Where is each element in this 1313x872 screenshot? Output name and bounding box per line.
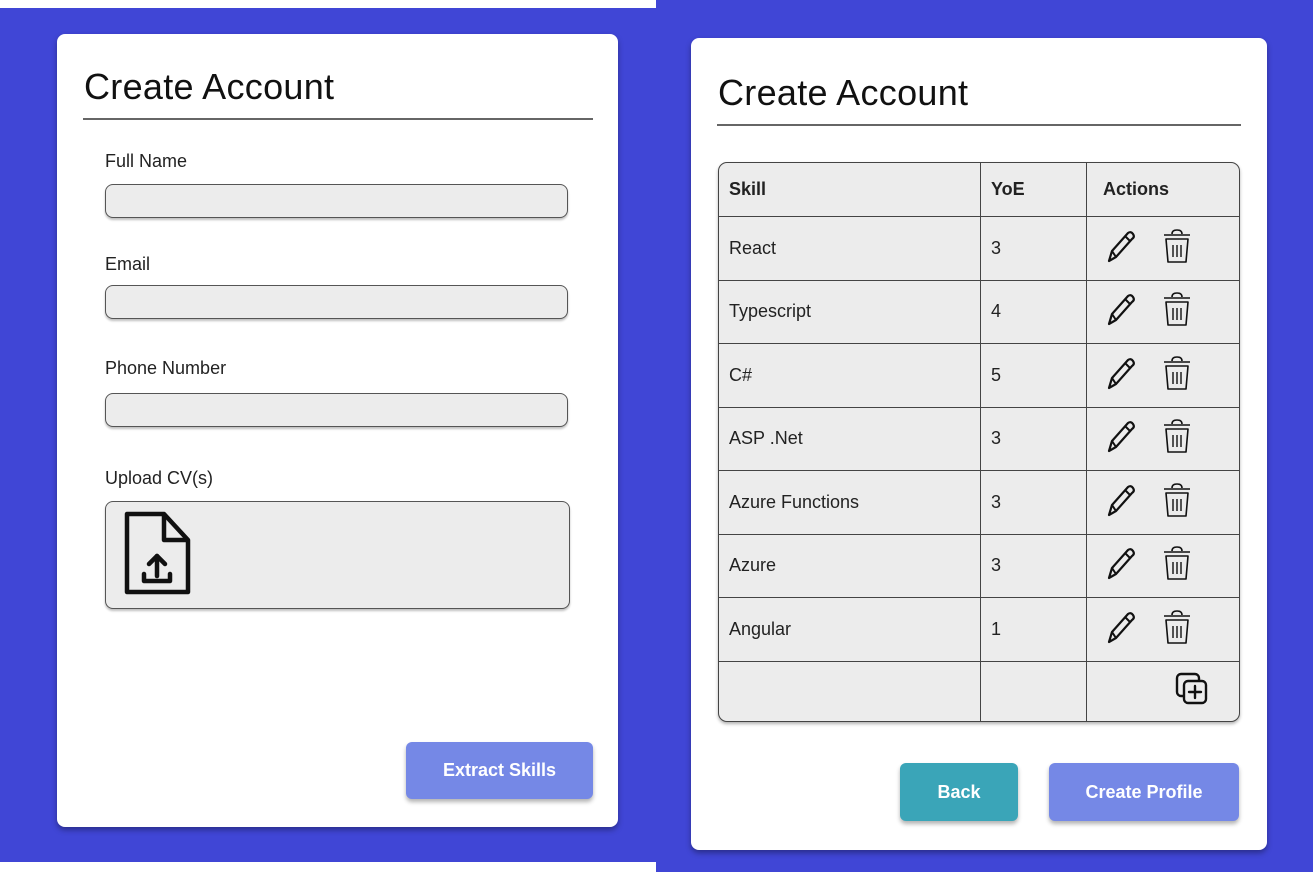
empty-yoe-cell [980, 661, 1087, 721]
pencil-icon[interactable] [1105, 292, 1135, 331]
yoe-cell: 3 [980, 216, 1087, 281]
pencil-icon[interactable] [1105, 356, 1135, 395]
email-input[interactable] [105, 285, 568, 319]
extract-skills-button[interactable]: Extract Skills [406, 742, 593, 799]
skill-cell: React [719, 216, 981, 281]
email-label: Email [105, 254, 151, 274]
pencil-icon[interactable] [1105, 229, 1135, 268]
file-upload-icon[interactable] [122, 510, 192, 603]
table-row: ASP .Net 3 [719, 407, 1239, 472]
yoe-cell: 4 [980, 280, 1087, 345]
upload-cv-label: Upload CV(s) [105, 468, 214, 488]
table-row: Azure Functions 3 [719, 470, 1239, 535]
actions-cell [1086, 343, 1239, 408]
skill-cell: Typescript [719, 280, 981, 345]
table-row: C# 5 [719, 343, 1239, 408]
trash-icon[interactable] [1162, 482, 1192, 523]
trash-icon[interactable] [1162, 545, 1192, 586]
full-name-input[interactable] [105, 184, 568, 218]
table-row: Azure 3 [719, 534, 1239, 599]
skill-cell: Angular [719, 597, 981, 662]
yoe-cell: 3 [980, 407, 1087, 472]
pencil-icon[interactable] [1105, 419, 1135, 458]
yoe-cell: 3 [980, 534, 1087, 599]
actions-cell [1086, 216, 1239, 281]
skill-cell: ASP .Net [719, 407, 981, 472]
pencil-icon[interactable] [1105, 483, 1135, 522]
column-header-skill: Skill [719, 163, 981, 217]
trash-icon[interactable] [1162, 355, 1192, 396]
trash-icon[interactable] [1162, 609, 1192, 650]
trash-icon[interactable] [1162, 291, 1192, 332]
table-row: React 3 [719, 216, 1239, 281]
page-title: Create Account [718, 72, 969, 113]
add-row-icon[interactable] [1175, 672, 1209, 711]
title-divider [83, 118, 593, 120]
table-row: Angular 1 [719, 597, 1239, 662]
skill-cell: Azure Functions [719, 470, 981, 535]
table-add-row [719, 661, 1239, 721]
pencil-icon[interactable] [1105, 610, 1135, 649]
yoe-cell: 3 [980, 470, 1087, 535]
page-title: Create Account [84, 66, 335, 107]
skills-table: Skill YoE Actions React 3 Typescript 4 C… [718, 162, 1240, 722]
create-account-card-right: Create Account Skill YoE Actions React 3 [691, 38, 1267, 850]
phone-number-input[interactable] [105, 393, 568, 427]
trash-icon[interactable] [1162, 228, 1192, 269]
table-row: Typescript 4 [719, 280, 1239, 345]
skill-cell: C# [719, 343, 981, 408]
full-name-label: Full Name [105, 151, 188, 171]
trash-icon[interactable] [1162, 418, 1192, 459]
back-button[interactable]: Back [900, 763, 1018, 821]
phone-number-label: Phone Number [105, 358, 227, 378]
pencil-icon[interactable] [1105, 546, 1135, 585]
yoe-cell: 1 [980, 597, 1087, 662]
add-cell [1087, 661, 1240, 721]
title-divider [717, 124, 1241, 126]
actions-cell [1086, 470, 1239, 535]
empty-skill-cell [719, 661, 981, 721]
create-account-card-left: Create Account Full Name Email Phone Num… [57, 34, 618, 827]
actions-cell [1086, 280, 1239, 345]
skill-cell: Azure [719, 534, 981, 599]
cv-upload-dropzone[interactable] [105, 501, 570, 609]
yoe-cell: 5 [980, 343, 1087, 408]
actions-cell [1086, 407, 1239, 472]
create-profile-button[interactable]: Create Profile [1049, 763, 1239, 821]
actions-cell [1086, 597, 1239, 662]
column-header-actions: Actions [1086, 163, 1239, 217]
column-header-yoe: YoE [980, 163, 1087, 217]
table-header-row: Skill YoE Actions [719, 163, 1239, 217]
actions-cell [1086, 534, 1239, 599]
